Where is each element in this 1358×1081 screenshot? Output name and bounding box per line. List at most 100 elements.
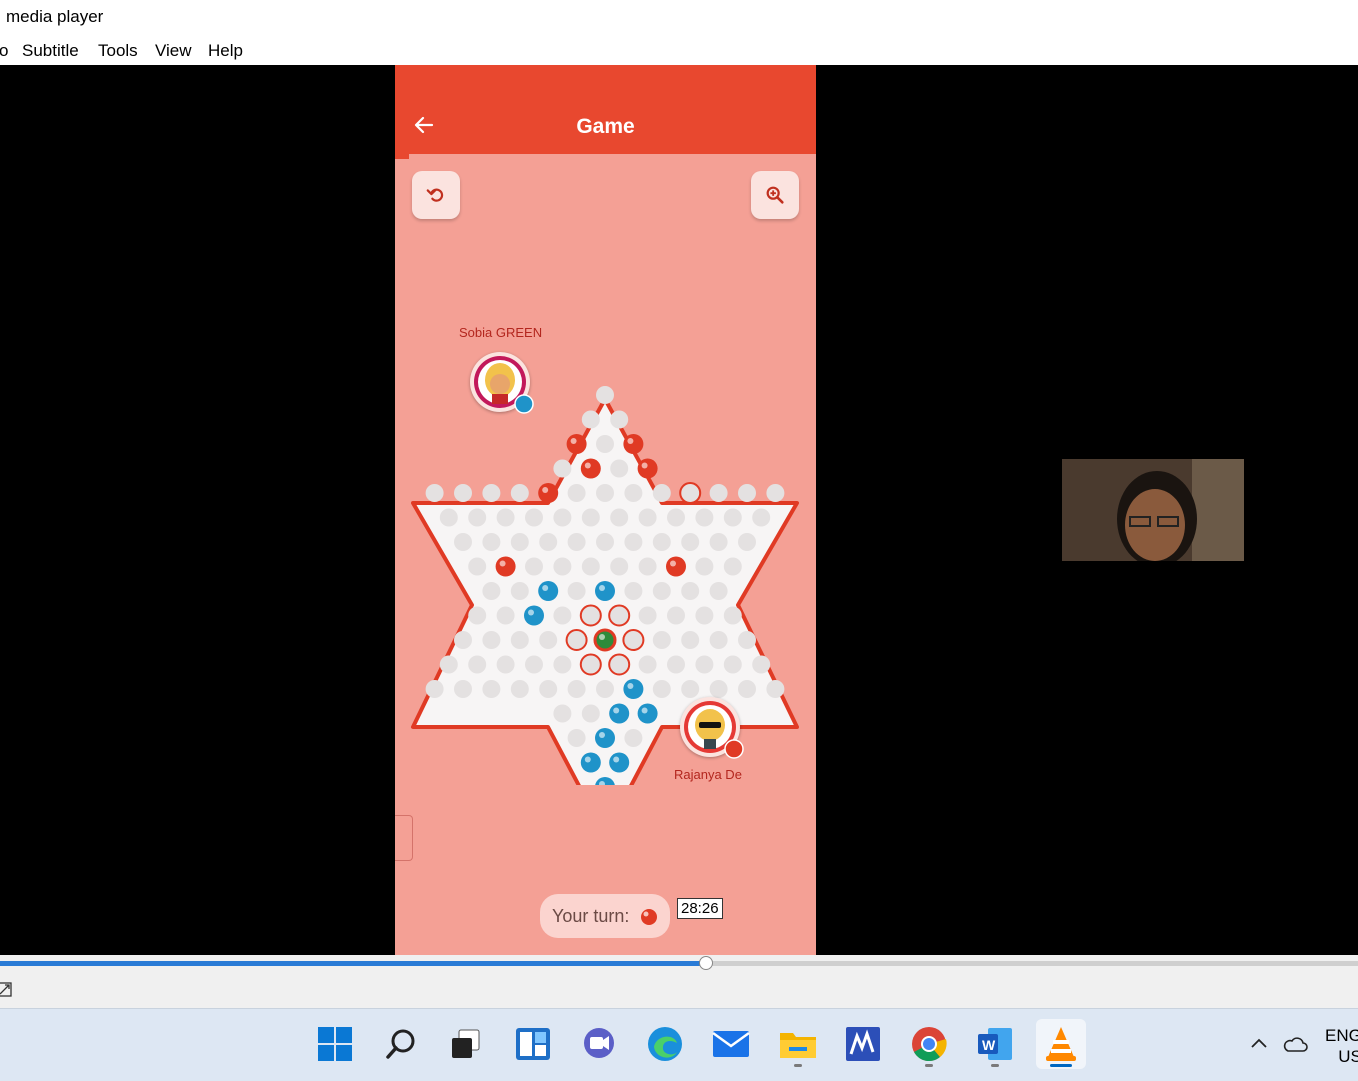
menu-item-help[interactable]: Help xyxy=(208,41,243,61)
board-hole[interactable] xyxy=(624,582,643,600)
board-hole[interactable] xyxy=(425,484,444,502)
board-hole[interactable] xyxy=(738,680,756,698)
board-hole[interactable] xyxy=(581,508,600,527)
board-hole[interactable] xyxy=(525,557,543,576)
board-hole[interactable] xyxy=(567,484,586,502)
board-hole[interactable] xyxy=(510,533,529,551)
board-hole[interactable] xyxy=(610,606,629,625)
menu-item-video[interactable]: o xyxy=(0,41,8,61)
board-hole[interactable] xyxy=(723,655,742,674)
board-hole[interactable] xyxy=(567,533,586,551)
board-hole[interactable] xyxy=(624,631,643,649)
vlc-button[interactable] xyxy=(1036,1019,1086,1069)
board-hole[interactable] xyxy=(624,729,643,747)
red-marble[interactable] xyxy=(495,556,516,577)
mathcad-button[interactable] xyxy=(838,1019,888,1069)
board-hole[interactable] xyxy=(468,655,487,674)
board-hole[interactable] xyxy=(695,655,714,674)
board-hole[interactable] xyxy=(738,631,756,649)
file-explorer-button[interactable] xyxy=(773,1019,823,1069)
board-hole[interactable] xyxy=(709,484,728,502)
blue-marble[interactable] xyxy=(580,752,601,773)
webcam-overlay[interactable] xyxy=(1062,459,1244,561)
menu-item-view[interactable]: View xyxy=(155,41,192,61)
task-view-button[interactable] xyxy=(441,1019,491,1069)
board-hole[interactable] xyxy=(482,533,501,551)
blue-marble[interactable] xyxy=(538,581,559,601)
board-hole[interactable] xyxy=(667,655,685,674)
board-hole[interactable] xyxy=(652,484,671,502)
board-hole[interactable] xyxy=(596,435,614,453)
board-hole[interactable] xyxy=(454,631,472,649)
board-hole[interactable] xyxy=(581,606,600,625)
red-marble[interactable] xyxy=(623,434,644,454)
onedrive-cloud-icon[interactable] xyxy=(1282,1035,1308,1053)
red-marble[interactable] xyxy=(637,458,658,479)
board-hole[interactable] xyxy=(496,508,515,527)
board-hole[interactable] xyxy=(681,533,700,551)
board-hole[interactable] xyxy=(553,508,572,527)
chevron-up-icon[interactable] xyxy=(1250,1037,1268,1049)
board-hole[interactable] xyxy=(539,533,558,551)
board-hole[interactable] xyxy=(638,557,657,576)
red-marble[interactable] xyxy=(538,483,559,503)
board-hole[interactable] xyxy=(709,631,728,649)
board-hole[interactable] xyxy=(425,680,444,698)
board-hole[interactable] xyxy=(567,729,586,747)
board-hole[interactable] xyxy=(482,484,501,502)
board-hole[interactable] xyxy=(553,606,572,625)
board-hole[interactable] xyxy=(581,410,600,429)
board-hole[interactable] xyxy=(596,533,614,551)
board-hole[interactable] xyxy=(766,484,785,502)
zoom-button[interactable] xyxy=(751,171,799,219)
board-hole[interactable] xyxy=(624,484,643,502)
board-hole[interactable] xyxy=(468,508,487,527)
board-hole[interactable] xyxy=(510,484,529,502)
seek-bar[interactable] xyxy=(0,955,1358,973)
board-hole[interactable] xyxy=(610,557,629,576)
board-hole[interactable] xyxy=(567,680,586,698)
board-hole[interactable] xyxy=(567,582,586,600)
board-hole[interactable] xyxy=(567,631,586,649)
blue-marble[interactable] xyxy=(609,703,630,724)
board-hole[interactable] xyxy=(638,655,657,674)
board-hole[interactable] xyxy=(652,631,671,649)
search-button[interactable] xyxy=(376,1019,426,1069)
word-button[interactable]: W xyxy=(970,1019,1020,1069)
board-hole[interactable] xyxy=(581,704,600,723)
board-hole[interactable] xyxy=(681,680,700,698)
board-hole[interactable] xyxy=(695,557,714,576)
blue-marble[interactable] xyxy=(524,605,544,626)
board-hole[interactable] xyxy=(752,655,771,674)
mail-button[interactable] xyxy=(706,1019,756,1069)
board-hole[interactable] xyxy=(596,386,614,404)
board-hole[interactable] xyxy=(610,508,629,527)
board-hole[interactable] xyxy=(667,606,685,625)
board-hole[interactable] xyxy=(496,655,515,674)
video-area[interactable]: Game Sobia GREEN Rajanya De Your turn: xyxy=(0,65,1358,955)
board-hole[interactable] xyxy=(439,508,458,527)
board-hole[interactable] xyxy=(581,655,600,674)
board-hole[interactable] xyxy=(652,533,671,551)
chrome-button[interactable] xyxy=(904,1019,954,1069)
board-hole[interactable] xyxy=(496,606,515,625)
blue-marble[interactable] xyxy=(637,703,658,724)
board-hole[interactable] xyxy=(553,557,572,576)
blue-marble[interactable] xyxy=(595,728,615,748)
board-hole[interactable] xyxy=(766,680,785,698)
widgets-button[interactable] xyxy=(508,1019,558,1069)
board-hole[interactable] xyxy=(624,533,643,551)
board-hole[interactable] xyxy=(667,508,685,527)
board-hole[interactable] xyxy=(752,508,771,527)
red-marble[interactable] xyxy=(580,458,601,479)
board-hole[interactable] xyxy=(652,582,671,600)
board-hole[interactable] xyxy=(681,582,700,600)
board-hole[interactable] xyxy=(723,508,742,527)
board-hole[interactable] xyxy=(454,484,472,502)
red-marble[interactable] xyxy=(566,434,587,454)
board-hole[interactable] xyxy=(454,533,472,551)
board-hole[interactable] xyxy=(454,680,472,698)
board-hole[interactable] xyxy=(482,680,501,698)
menu-item-tools[interactable]: Tools xyxy=(98,41,138,61)
board-hole[interactable] xyxy=(709,680,728,698)
